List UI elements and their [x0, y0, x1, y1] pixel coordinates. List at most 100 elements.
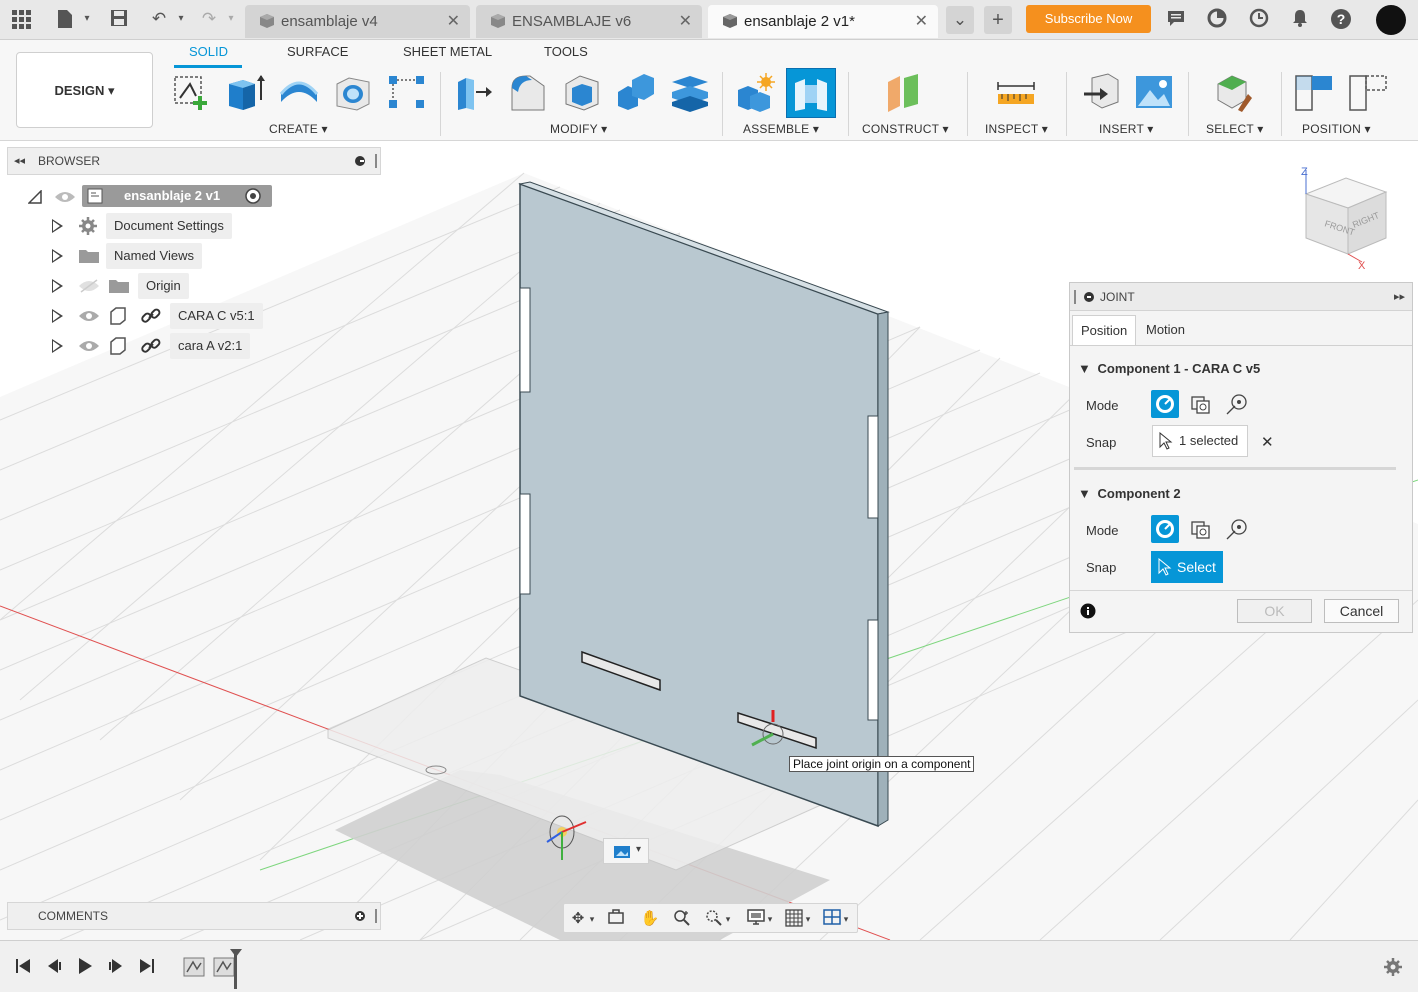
insert-derive-icon[interactable] [1082, 72, 1122, 112]
clear-selection-icon[interactable]: ✕ [1261, 433, 1274, 451]
close-icon[interactable]: ✕ [679, 5, 692, 38]
modify-menu[interactable]: MODIFY ▾ [550, 122, 607, 136]
press-pull-icon[interactable] [454, 72, 494, 112]
select-menu[interactable]: SELECT ▾ [1206, 122, 1263, 136]
create-sketch-icon[interactable] [172, 72, 212, 112]
visibility-eye-icon[interactable] [78, 309, 100, 323]
document-tab-3[interactable]: ensanblaje 2 v1* ✕ [708, 5, 938, 38]
visibility-eye-icon[interactable] [54, 190, 76, 204]
insert-canvas-icon[interactable] [1134, 72, 1174, 112]
look-at-icon[interactable] [604, 909, 628, 929]
mode-two-edge-button[interactable] [1223, 515, 1251, 543]
chevron-down-icon[interactable]: ▾ [840, 909, 852, 929]
shell-icon[interactable] [562, 72, 602, 112]
combine-icon[interactable] [616, 72, 656, 112]
mode-between-two-faces-button[interactable] [1187, 390, 1215, 418]
joint-tool-active[interactable] [786, 68, 836, 118]
extrude-icon[interactable] [225, 72, 265, 112]
new-tab-plus-icon[interactable]: + [984, 6, 1012, 34]
pattern-icon[interactable] [386, 72, 426, 112]
revert-position-icon[interactable] [1348, 72, 1388, 112]
view-cube[interactable]: FRONT RIGHT Z X [1296, 162, 1396, 274]
visibility-eye-icon[interactable] [78, 339, 100, 353]
play-icon[interactable] [74, 957, 96, 977]
cancel-button[interactable]: Cancel [1324, 599, 1399, 623]
construct-menu[interactable]: CONSTRUCT ▾ [862, 122, 949, 136]
joint-dialog-header[interactable]: JOINT ▸▸ [1070, 283, 1412, 311]
file-dropdown-icon[interactable]: ▾ [76, 8, 98, 30]
inspect-menu[interactable]: INSPECT ▾ [985, 122, 1048, 136]
notifications-chat-icon[interactable] [1165, 8, 1187, 30]
document-tab-1[interactable]: ensamblaje v4 ✕ [245, 5, 470, 38]
chevron-down-icon[interactable]: ▾ [764, 909, 776, 929]
tab-overflow-chevron-icon[interactable]: ⌄ [946, 6, 974, 34]
panel-grip-icon[interactable] [375, 154, 377, 168]
workspace-switcher-button[interactable]: DESIGN ▾ [16, 52, 153, 128]
redo-icon[interactable]: ↷ [198, 8, 220, 30]
browser-item-origin[interactable]: Origin [48, 273, 248, 299]
info-icon[interactable] [1080, 603, 1096, 619]
insert-menu[interactable]: INSERT ▾ [1099, 122, 1154, 136]
visibility-hidden-eye-icon[interactable] [78, 279, 100, 293]
snap-select-button[interactable]: Select [1151, 551, 1223, 583]
help-icon[interactable]: ? [1330, 8, 1352, 30]
file-icon[interactable] [54, 8, 76, 30]
undo-dropdown-icon[interactable]: ▾ [170, 8, 192, 30]
job-status-icon[interactable] [1206, 8, 1228, 30]
step-back-icon[interactable] [44, 957, 66, 977]
display-settings-dropdown[interactable]: ▾ [603, 838, 649, 864]
position-menu[interactable]: POSITION ▾ [1302, 122, 1371, 136]
timeline-feature-icon[interactable] [212, 957, 236, 977]
mode-simple-button[interactable] [1151, 515, 1179, 543]
apps-grid-icon[interactable] [10, 8, 32, 30]
tab-tools[interactable]: TOOLS [544, 44, 588, 59]
timeline-feature-icon[interactable] [182, 957, 206, 977]
save-icon[interactable] [108, 8, 130, 30]
new-component-icon[interactable] [736, 72, 776, 112]
gear-icon[interactable] [1382, 957, 1404, 977]
zoom-icon[interactable] [670, 909, 694, 929]
component-2-header[interactable]: ▼ Component 2 [1078, 486, 1181, 501]
snap-selection-field-1[interactable]: 1 selected [1152, 425, 1248, 457]
expand-panel-icon[interactable]: ▸▸ [1394, 283, 1405, 311]
mode-between-two-faces-button[interactable] [1187, 515, 1215, 543]
browser-item-named-views[interactable]: Named Views [48, 243, 248, 269]
tab-sheet-metal[interactable]: SHEET METAL [403, 44, 492, 59]
comments-panel-header[interactable]: COMMENTS [7, 902, 381, 930]
tab-solid[interactable]: SOLID [189, 44, 228, 59]
undo-icon[interactable]: ↶ [148, 8, 170, 30]
offset-plane-icon[interactable] [884, 72, 924, 112]
go-to-start-icon[interactable] [12, 957, 34, 977]
assemble-menu[interactable]: ASSEMBLE ▾ [743, 122, 819, 136]
browser-item-document-settings[interactable]: Document Settings [48, 213, 248, 239]
browser-item-cara-c[interactable]: CARA C v5:1 [48, 303, 273, 329]
measure-icon[interactable] [996, 72, 1036, 112]
tab-motion[interactable]: Motion [1138, 315, 1193, 345]
chevron-down-icon[interactable]: ▾ [802, 909, 814, 929]
collapse-panel-icon[interactable]: ◂◂ [14, 148, 25, 174]
tab-position[interactable]: Position [1072, 315, 1137, 345]
hole-icon[interactable] [333, 72, 373, 112]
expand-triangle-icon[interactable] [28, 190, 42, 204]
redo-dropdown-icon[interactable]: ▾ [220, 8, 242, 30]
avatar[interactable] [1376, 5, 1406, 35]
ok-button[interactable]: OK [1237, 599, 1312, 623]
mode-simple-button[interactable] [1151, 390, 1179, 418]
browser-item-cara-a[interactable]: cara A v2:1 [48, 333, 263, 359]
panel-grip-icon[interactable] [375, 909, 377, 923]
browser-root-row[interactable]: ensanblaje 2 v1 [24, 183, 274, 209]
close-icon[interactable]: ✕ [447, 5, 460, 38]
chevron-down-icon[interactable]: ▾ [586, 909, 598, 929]
bell-icon[interactable] [1289, 8, 1311, 30]
chevron-down-icon[interactable]: ▾ [722, 909, 734, 929]
capture-position-icon[interactable] [1294, 72, 1334, 112]
component-1-header[interactable]: ▼ Component 1 - CARA C v5 [1078, 361, 1260, 376]
document-tab-2[interactable]: ENSAMBLAJE v6 ✕ [476, 5, 702, 38]
panel-grip-icon[interactable] [1074, 290, 1076, 304]
replace-face-icon[interactable] [670, 72, 710, 112]
go-to-end-icon[interactable] [136, 957, 158, 977]
create-menu[interactable]: CREATE ▾ [269, 122, 328, 136]
fillet-icon[interactable] [508, 72, 548, 112]
close-icon[interactable]: ✕ [915, 5, 928, 38]
activate-radio-icon[interactable] [244, 187, 262, 205]
